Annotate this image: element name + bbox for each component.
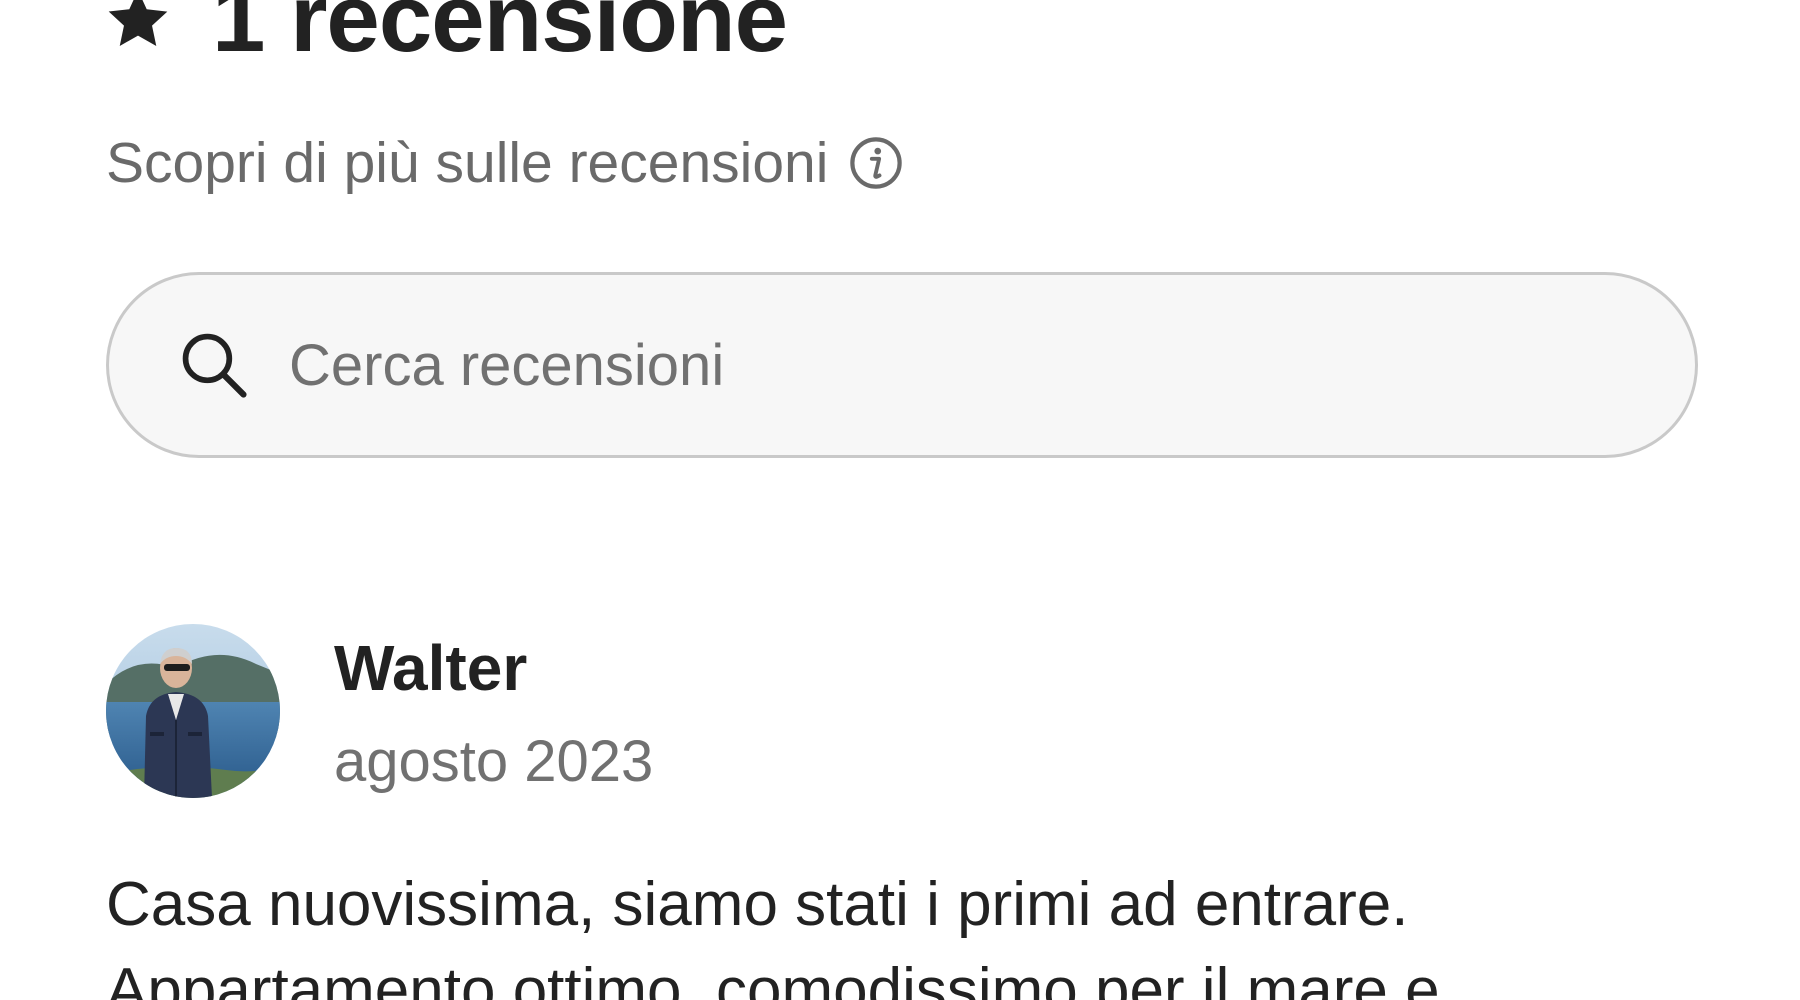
search-input[interactable] (289, 315, 1635, 415)
avatar[interactable] (106, 624, 280, 798)
review-text-line: Casa nuovissima, siamo stati i primi ad … (106, 870, 1409, 939)
info-icon[interactable] (848, 135, 904, 191)
search-reviews-box[interactable] (106, 272, 1698, 458)
review-date: agosto 2023 (334, 729, 654, 794)
review-text: Casa nuovissima, siamo stati i primi ad … (106, 862, 1726, 1000)
star-icon (108, 0, 168, 46)
learn-more-reviews-link[interactable]: Scopri di più sulle recensioni (106, 128, 904, 198)
reviewer-name[interactable]: Walter (334, 628, 527, 708)
review-text-line: Appartamento ottimo, comodissimo per il … (106, 956, 1440, 1000)
search-icon (182, 333, 247, 398)
reviews-header: 1 recensione (104, 0, 788, 74)
learn-more-label: Scopri di più sulle recensioni (106, 131, 829, 195)
reviews-count-title: 1 recensione (212, 0, 788, 72)
